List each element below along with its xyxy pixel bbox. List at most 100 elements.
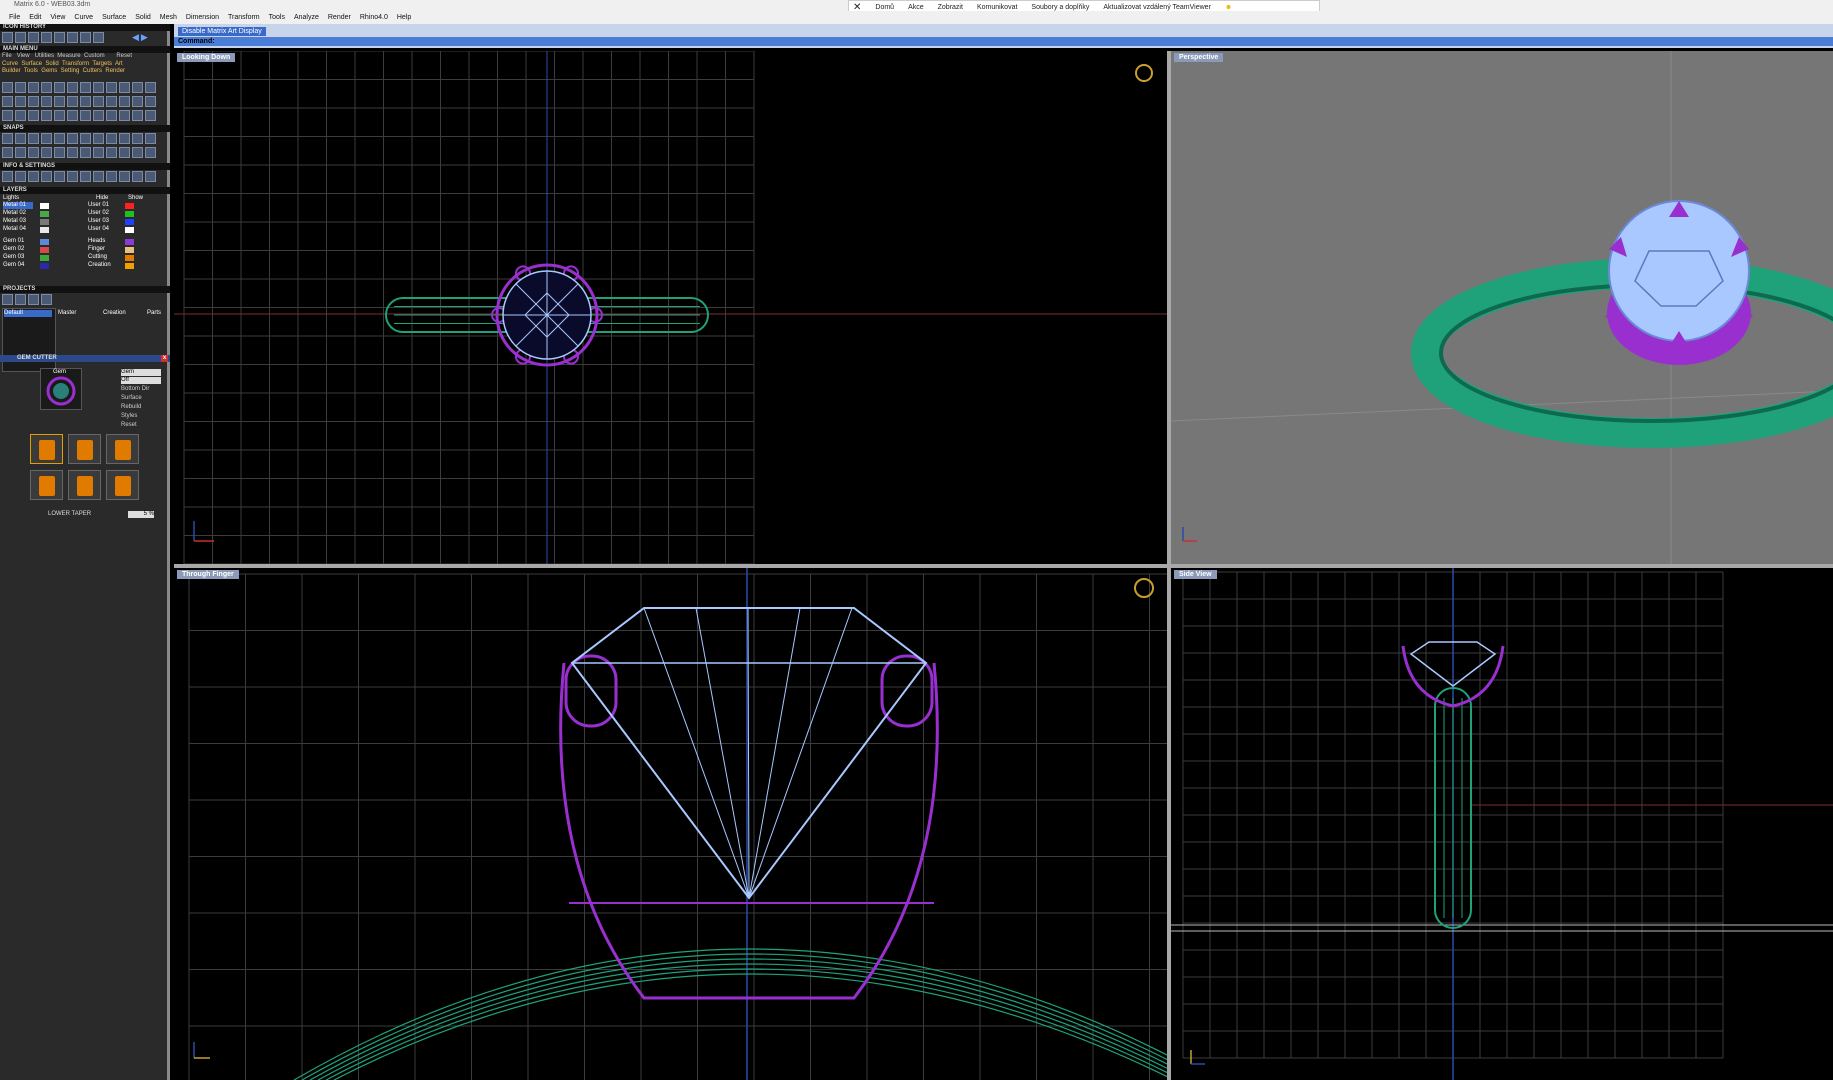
category-art[interactable]: Art <box>115 61 123 67</box>
viewport-label-through-finger[interactable]: Through Finger <box>177 570 239 579</box>
tool-icon[interactable] <box>2 96 13 107</box>
cutter-shape-2-button[interactable] <box>68 434 101 464</box>
tool-icon[interactable] <box>80 96 91 107</box>
tool-icon[interactable] <box>119 96 130 107</box>
tool-icon[interactable] <box>67 96 78 107</box>
gem-field-reset[interactable]: Reset <box>121 422 137 429</box>
layer-color-swatch[interactable] <box>125 239 134 245</box>
tool-icon[interactable] <box>145 110 156 121</box>
setting-icon[interactable] <box>67 171 78 182</box>
layer-item[interactable]: Gem 04 <box>3 262 33 269</box>
history-icon[interactable] <box>2 32 13 43</box>
menu-dimension[interactable]: Dimension <box>186 14 219 21</box>
tool-icon[interactable] <box>41 96 52 107</box>
command-prompt[interactable]: Command: <box>174 37 1833 46</box>
category-surface[interactable]: Surface <box>21 61 42 67</box>
history-icon[interactable] <box>67 32 78 43</box>
layer-color-swatch[interactable] <box>125 247 134 253</box>
gem-field-rebuild[interactable]: Rebuild <box>121 404 141 411</box>
gem-field-gem[interactable]: Gem <box>121 369 161 376</box>
setting-icon[interactable] <box>54 171 65 182</box>
snap-icon[interactable] <box>132 133 143 144</box>
snap-icon[interactable] <box>119 147 130 158</box>
category-cutters[interactable]: Cutters <box>83 68 102 74</box>
tv-actions-button[interactable]: Akce <box>908 4 924 11</box>
main-tab-custom[interactable]: Custom <box>84 53 105 59</box>
category-solid[interactable]: Solid <box>45 61 58 67</box>
tool-icon[interactable] <box>54 110 65 121</box>
menu-solid[interactable]: Solid <box>135 14 151 21</box>
tool-icon[interactable] <box>54 96 65 107</box>
tool-icon[interactable] <box>15 110 26 121</box>
tool-icon[interactable] <box>28 96 39 107</box>
layer-color-swatch[interactable] <box>40 255 49 261</box>
layer-color-swatch[interactable] <box>125 211 134 217</box>
menu-analyze[interactable]: Analyze <box>294 14 319 21</box>
viewport-perspective[interactable]: Perspective <box>1171 51 1833 564</box>
layer-color-swatch[interactable] <box>40 239 49 245</box>
gem-field-off[interactable]: Off <box>121 377 161 384</box>
menu-render[interactable]: Render <box>328 14 351 21</box>
snap-icon[interactable] <box>67 147 78 158</box>
tool-icon[interactable] <box>132 96 143 107</box>
tool-icon[interactable] <box>106 96 117 107</box>
layers-show-button[interactable]: Show <box>128 195 143 202</box>
snap-icon[interactable] <box>28 133 39 144</box>
menu-curve[interactable]: Curve <box>74 14 93 21</box>
layer-color-swatch[interactable] <box>125 203 134 209</box>
snap-icon[interactable] <box>80 133 91 144</box>
setting-icon[interactable] <box>132 171 143 182</box>
menu-help[interactable]: Help <box>397 14 411 21</box>
cutter-shape-3-button[interactable] <box>106 434 139 464</box>
viewport-label-looking-down[interactable]: Looking Down <box>177 53 236 62</box>
layer-color-swatch[interactable] <box>40 203 49 209</box>
layer-color-swatch[interactable] <box>40 263 49 269</box>
gem-field-styles[interactable]: Styles <box>121 413 137 420</box>
layer-color-swatch[interactable] <box>125 263 134 269</box>
snap-icon[interactable] <box>2 147 13 158</box>
snap-icon[interactable] <box>119 133 130 144</box>
snap-icon[interactable] <box>41 133 52 144</box>
snap-icon[interactable] <box>67 133 78 144</box>
viewport-label-side-view[interactable]: Side View <box>1174 570 1217 579</box>
layer-item[interactable]: Cutting <box>88 254 107 261</box>
cutter-shape-4-button[interactable] <box>30 470 63 500</box>
layer-item[interactable]: User 04 <box>88 226 109 233</box>
tool-icon[interactable] <box>2 110 13 121</box>
tool-icon[interactable] <box>145 82 156 93</box>
layer-color-swatch[interactable] <box>40 211 49 217</box>
tool-icon[interactable] <box>80 82 91 93</box>
viewport-side-view[interactable]: Side View <box>1171 568 1833 1080</box>
cutter-shape-5-button[interactable] <box>68 470 101 500</box>
project-icon[interactable] <box>41 294 52 305</box>
tool-icon[interactable] <box>132 82 143 93</box>
history-icon[interactable] <box>54 32 65 43</box>
menu-surface[interactable]: Surface <box>102 14 126 21</box>
snap-icon[interactable] <box>93 147 104 158</box>
history-icon[interactable] <box>41 32 52 43</box>
tool-icon[interactable] <box>106 110 117 121</box>
setting-icon[interactable] <box>28 171 39 182</box>
menu-transform[interactable]: Transform <box>228 14 260 21</box>
project-icon[interactable] <box>28 294 39 305</box>
layer-color-swatch[interactable] <box>125 219 134 225</box>
category-render[interactable]: Render <box>105 68 125 74</box>
tool-icon[interactable] <box>119 82 130 93</box>
category-tools[interactable]: Tools <box>24 68 38 74</box>
main-tab-reset[interactable]: Reset <box>116 53 132 59</box>
snap-icon[interactable] <box>2 133 13 144</box>
main-tab-utilities[interactable]: Utilities <box>35 53 54 59</box>
tool-icon[interactable] <box>93 82 104 93</box>
layer-color-swatch[interactable] <box>125 255 134 261</box>
layer-item[interactable]: Metal 01 <box>3 202 33 209</box>
layer-item[interactable]: Finger <box>88 246 105 253</box>
main-tab-measure[interactable]: Measure <box>57 53 80 59</box>
cutter-shape-6-button[interactable] <box>106 470 139 500</box>
layer-color-swatch[interactable] <box>40 227 49 233</box>
history-icon[interactable] <box>80 32 91 43</box>
snap-icon[interactable] <box>80 147 91 158</box>
menu-tools[interactable]: Tools <box>269 14 285 21</box>
snap-icon[interactable] <box>15 133 26 144</box>
layer-color-swatch[interactable] <box>40 247 49 253</box>
arrow-right-icon[interactable]: ▶ <box>141 32 148 44</box>
